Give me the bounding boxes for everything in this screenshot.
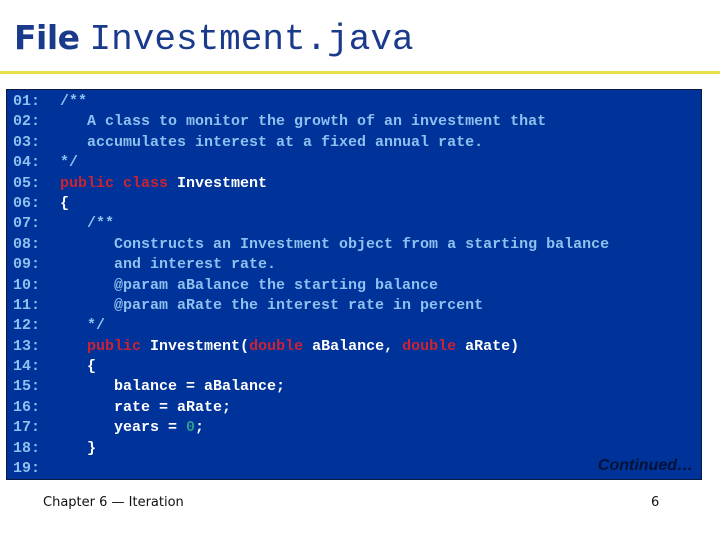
code-line: 12: */ (13, 316, 609, 336)
code-token-cmt: @param aBalance the starting balance (60, 276, 439, 294)
code-token-txt: Investment( (141, 337, 250, 355)
code-token-cmt: */ (60, 154, 79, 172)
title-divider (0, 71, 720, 74)
code-lines: 01: /** 02: A class to monitor the growth … (13, 92, 609, 479)
line-number: 08: (13, 235, 41, 253)
code-token-cmt: Constructs an Investment object from a s… (60, 235, 610, 253)
code-token-cmt: and interest rate. (60, 256, 277, 274)
footer-chapter: Chapter 6 — Iteration (43, 495, 184, 510)
code-line: 08: Constructs an Investment object from… (13, 235, 609, 255)
code-line: 13: public Investment(double aBalance, d… (13, 337, 609, 357)
line-number: 03: (13, 133, 41, 151)
code-token-txt: { (60, 194, 70, 212)
code-line: 19: (13, 459, 609, 479)
slide-title: File Investment.java (14, 18, 414, 62)
code-line: 03: accumulates interest at a fixed annu… (13, 133, 609, 153)
code-line: 04: */ (13, 153, 609, 173)
code-line: 09: and interest rate. (13, 255, 609, 275)
code-line: 16: rate = aRate; (13, 398, 609, 418)
line-number: 11: (13, 296, 41, 314)
code-token-cmt: @param aRate the interest rate in percen… (60, 296, 484, 314)
line-number: 01: (13, 93, 41, 110)
code-token-cmt: */ (60, 317, 106, 335)
code-token-txt: balance = aBalance; (60, 378, 286, 396)
code-line: 05: public class Investment (13, 174, 609, 194)
line-number: 09: (13, 256, 41, 274)
code-token-lit: 0 (186, 419, 196, 437)
code-line: 18: } (13, 439, 609, 459)
code-token-txt: } (60, 439, 97, 457)
line-number: 18: (13, 439, 41, 457)
line-number: 06: (13, 194, 41, 212)
code-token-cmt: A class to monitor the growth of an inve… (60, 113, 547, 131)
code-token-kw: public (87, 337, 142, 355)
code-token-txt: aRate) (456, 337, 520, 355)
continued-label: Continued… (597, 457, 693, 474)
line-number: 10: (13, 276, 41, 294)
title-label: File (14, 18, 80, 57)
code-token-txt: ; (195, 419, 205, 437)
line-number: 15: (13, 378, 41, 396)
code-token-txt: rate = aRate; (60, 398, 232, 416)
code-line: 14: { (13, 357, 609, 377)
code-token-cmt: accumulates interest at a fixed annual r… (60, 133, 484, 151)
code-line: 02: A class to monitor the growth of an … (13, 112, 609, 132)
code-token-txt: { (60, 358, 97, 376)
line-number: 02: (13, 113, 41, 131)
line-number: 14: (13, 358, 41, 376)
code-line: 15: balance = aBalance; (13, 377, 609, 397)
code-token-kw: double (249, 337, 304, 355)
code-line: 11: @param aRate the interest rate in pe… (13, 296, 609, 316)
code-line: 01: /** (13, 92, 609, 112)
line-number: 17: (13, 419, 41, 437)
code-token-kw: double (402, 337, 457, 355)
code-token-cmt: /** (60, 215, 115, 233)
line-number: 13: (13, 337, 41, 355)
page-number: 6 (651, 495, 660, 510)
line-number: 16: (13, 398, 41, 416)
code-token-cmt: /** (60, 93, 88, 110)
line-number: 05: (13, 174, 41, 192)
code-line: 06: { (13, 194, 609, 214)
code-token-kw: public class (60, 174, 169, 192)
code-line: 17: years = 0; (13, 418, 609, 438)
code-token-txt: Investment (168, 174, 268, 192)
code-line: 10: @param aBalance the starting balance (13, 276, 609, 296)
code-token-txt: years = (60, 419, 187, 437)
code-listing: 01: /** 02: A class to monitor the growth … (6, 89, 702, 480)
line-number: 04: (13, 154, 41, 172)
title-filename: Investment.java (89, 19, 414, 60)
line-number: 07: (13, 215, 41, 233)
code-line: 07: /** (13, 214, 609, 234)
line-number: 19: (13, 460, 41, 478)
code-token-txt: aBalance, (303, 337, 403, 355)
line-number: 12: (13, 317, 41, 335)
